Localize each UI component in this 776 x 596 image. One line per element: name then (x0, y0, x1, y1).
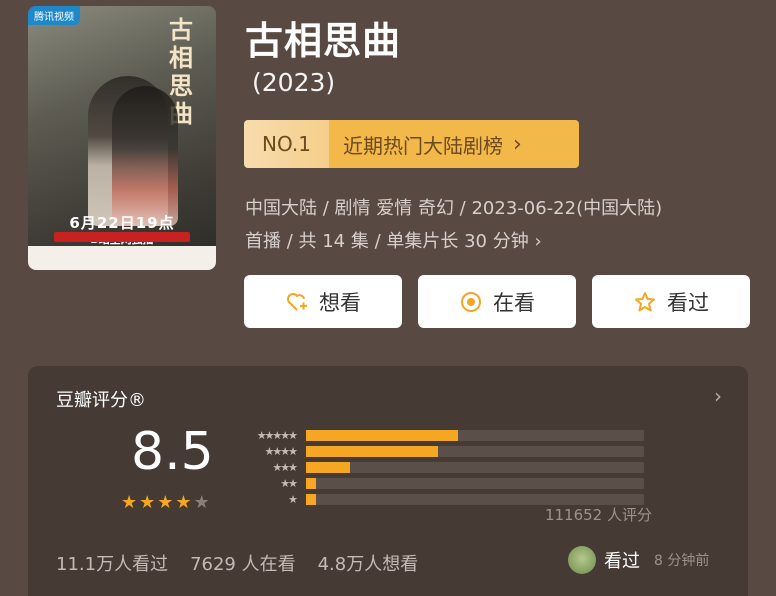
avatar (568, 546, 596, 574)
star-icon: ★ (157, 492, 174, 513)
rating-bar-row: ★★★★ (240, 443, 644, 459)
rating-bar-track (306, 477, 644, 489)
rating-score: 8.5 (131, 422, 214, 482)
rating-bar-label: ★★ (280, 476, 298, 490)
meta-line-2-wrap: 首播 / 共 14 集 / 单集片长 30 分钟 › (245, 225, 755, 258)
page-title: 古相思曲 (245, 19, 402, 63)
rating-bar-track (306, 429, 644, 441)
rating-bar-row: ★★ (240, 475, 644, 491)
target-icon (461, 291, 481, 312)
watched-button[interactable]: 看过 (592, 275, 750, 328)
stat-watched[interactable]: 11.1万人看过 (56, 550, 168, 576)
star-icon: ★ (193, 492, 210, 513)
audience-stats: 11.1万人看过 7629 人在看 4.8万人想看 (56, 550, 418, 576)
poster-figure (112, 86, 178, 226)
rank-list: 近期热门大陆剧榜 › (329, 120, 579, 168)
poster-release-date: 6月22日19点 (69, 214, 175, 232)
star-icon: ★ (139, 492, 156, 513)
rating-bar-track (306, 461, 644, 473)
rating-bar-fill (306, 429, 459, 441)
want-to-watch-button[interactable]: 想看 (244, 275, 402, 328)
rating-bar-row: ★★★ (240, 459, 644, 475)
chevron-right-icon[interactable]: › (714, 384, 722, 408)
poster-image[interactable]: 腾讯视频 古相思曲 6月22日19点 B站全网独播 (28, 6, 216, 270)
watching-button[interactable]: 在看 (418, 275, 576, 328)
stat-watching[interactable]: 7629 人在看 (190, 550, 296, 576)
rating-bar-label: ★★★★ (264, 444, 298, 458)
action-buttons: 想看 在看 看过 (244, 275, 750, 328)
watching-label: 在看 (493, 290, 535, 315)
rating-bar-fill (306, 461, 350, 473)
rating-bar-track (306, 445, 644, 457)
rating-bar-label: ★★★★★ (256, 428, 298, 442)
rating-header: 豆瓣评分® (56, 390, 146, 411)
rating-bar-track (306, 493, 644, 505)
heart-plus-icon (287, 292, 307, 311)
chevron-right-icon: › (513, 131, 522, 157)
rank-list-label: 近期热门大陆剧榜 (343, 133, 503, 158)
friend-activity[interactable]: 看过 8 分钟前 (568, 546, 709, 574)
rating-bar-fill (306, 445, 438, 457)
star-icon: ★ (175, 492, 192, 513)
rating-card[interactable]: 豆瓣评分® › 8.5 ★ ★ ★ ★ ★ ★★★★★ ★★★★ ★★★ ★★ ★ 111652… (28, 366, 748, 596)
friend-time: 8 分钟前 (654, 553, 710, 569)
rating-stars: ★ ★ ★ ★ ★ (121, 492, 210, 513)
platform-tag: 腾讯视频 (28, 6, 80, 25)
want-to-watch-label: 想看 (319, 290, 361, 315)
friend-action: 看过 (604, 551, 640, 572)
rating-bar-fill (306, 477, 317, 489)
rank-number: NO.1 (244, 120, 329, 168)
rating-bar-fill (306, 493, 317, 505)
rating-bar-row: ★★★★★ (240, 427, 644, 443)
rating-bar-label: ★★★ (272, 460, 298, 474)
chevron-right-icon: › (534, 231, 542, 252)
ranking-badge[interactable]: NO.1 近期热门大陆剧榜 › (244, 120, 579, 168)
movie-meta[interactable]: 中国大陆 / 剧情 爱情 奇幻 / 2023-06-22(中国大陆) 首播 / … (245, 192, 755, 258)
rating-bar-label: ★ (288, 492, 298, 506)
release-year: (2023) (252, 68, 336, 97)
star-icon (635, 291, 655, 311)
rating-count: 111652 人评分 (544, 506, 652, 524)
meta-line-2: 首播 / 共 14 集 / 单集片长 30 分钟 (245, 231, 529, 252)
watched-label: 看过 (667, 290, 709, 315)
meta-line-1: 中国大陆 / 剧情 爱情 奇幻 / 2023-06-22(中国大陆) (245, 198, 663, 219)
stat-want[interactable]: 4.8万人想看 (318, 550, 419, 576)
star-icon: ★ (121, 492, 138, 513)
poster-footer-strip (28, 232, 216, 270)
rating-distribution: ★★★★★ ★★★★ ★★★ ★★ ★ (240, 427, 644, 507)
